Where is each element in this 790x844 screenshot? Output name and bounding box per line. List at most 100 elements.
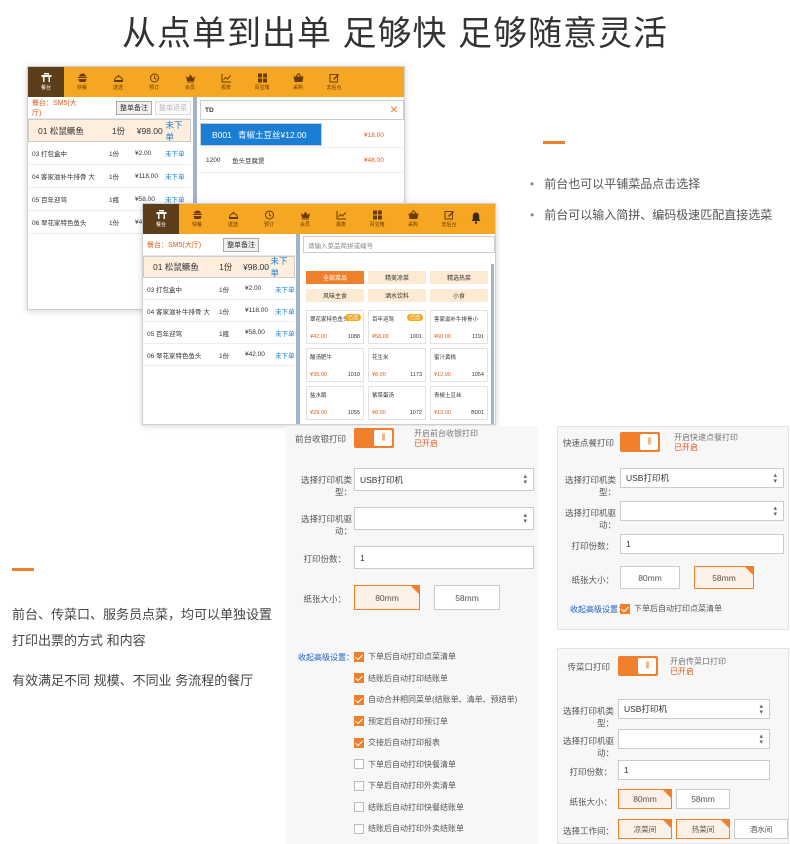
checkbox[interactable] xyxy=(354,651,364,662)
bell-icon[interactable] xyxy=(471,212,481,227)
toolbar-item-8[interactable]: 采购 xyxy=(280,67,316,97)
checkbox[interactable] xyxy=(354,694,364,705)
pass-print-toggle[interactable]: ||| xyxy=(618,656,658,676)
checkbox[interactable] xyxy=(620,603,630,614)
toolbar-item-5[interactable]: 会员 xyxy=(172,67,208,97)
front-print-toggle[interactable]: ||| xyxy=(354,428,394,448)
auto-print-option[interactable]: 下单后自动打印点菜清单 xyxy=(354,651,456,662)
scrollbar[interactable] xyxy=(491,264,494,424)
order-action[interactable]: 未下单 xyxy=(165,171,185,181)
order-row[interactable]: 01 松鼠鳜鱼 1份 ¥98.00 未下单 xyxy=(143,256,295,278)
toolbar-item-5[interactable]: 会员 xyxy=(287,204,323,234)
category-tab[interactable]: 全部菜品 xyxy=(306,271,364,284)
workstation-drinks[interactable]: 酒水间 xyxy=(734,819,788,839)
toolbar-item-2[interactable]: 快餐 xyxy=(64,67,100,97)
toolbar-item-4[interactable]: 预订 xyxy=(136,67,172,97)
advanced-toggle-link[interactable]: 收起高级设置： xyxy=(298,652,354,663)
checkbox[interactable] xyxy=(354,823,364,834)
order-row[interactable]: 06 翠花家特色鱼头 1份 ¥42.00 未下单 xyxy=(143,344,295,366)
copies-input[interactable]: 1 xyxy=(618,760,770,780)
driver-select[interactable]: ▴ ▾ xyxy=(354,507,534,530)
checkbox[interactable] xyxy=(354,716,364,726)
order-action[interactable]: 未下单 xyxy=(165,148,185,158)
order-action[interactable]: 未下单 xyxy=(271,255,294,279)
dish-card[interactable]: 酸汤肥牛 ¥35.00 1019 xyxy=(306,348,364,382)
toolbar-item-6[interactable]: 报表 xyxy=(323,204,359,234)
checkbox[interactable] xyxy=(354,673,364,683)
order-row[interactable]: 03 打包盒中 1份 ¥2.00 未下单 xyxy=(28,142,191,165)
category-tab[interactable]: 精选热菜 xyxy=(430,271,488,284)
toolbar-item-9[interactable]: 去后台 xyxy=(316,67,352,97)
order-action[interactable]: 未下单 xyxy=(275,328,295,338)
auto-print-option[interactable]: 自动合并相同菜单(结账单、清单、预结单) xyxy=(354,694,517,705)
toolbar-item-3[interactable]: 送选 xyxy=(100,67,136,97)
search-result-row[interactable]: B001 青椒土豆丝 ¥12.00 xyxy=(200,123,322,146)
category-tab[interactable]: 精美凉菜 xyxy=(368,271,426,284)
toolbar-item-2[interactable]: 快餐 xyxy=(179,204,215,234)
note-button[interactable]: 整单备注 xyxy=(223,237,260,252)
auto-print-option[interactable]: 下单后自动打印快餐清单 xyxy=(354,759,456,770)
category-tab[interactable]: 小食 xyxy=(430,289,488,302)
workstation-cold[interactable]: 凉菜间 xyxy=(618,819,672,839)
search-result-row[interactable]: 1200 鱼头豆腐煲 ¥48.00 xyxy=(200,148,404,173)
toolbar-item-8[interactable]: 采购 xyxy=(395,204,431,234)
note-button[interactable]: 整单备注 xyxy=(116,100,153,115)
toolbar-item-3[interactable]: 送选 xyxy=(215,204,251,234)
order-action[interactable]: 未下单 xyxy=(275,306,295,316)
dish-card[interactable]: 百年迎驾 ¥58.00 1001 已选 xyxy=(368,310,426,344)
close-icon[interactable]: × xyxy=(390,102,398,116)
toolbar-item-7[interactable]: 百宝箱 xyxy=(359,204,395,234)
dish-card[interactable]: 盐水鹅 ¥29.00 1055 xyxy=(306,386,364,420)
copies-input[interactable]: 1 xyxy=(354,546,534,569)
workstation-hot[interactable]: 热菜间 xyxy=(676,819,730,839)
order-row[interactable]: 05 百年迎驾 1瓶 ¥58.00 未下单 xyxy=(143,322,295,344)
toolbar-item-9[interactable]: 去后台 xyxy=(431,204,467,234)
paper-58mm[interactable]: 58mm xyxy=(694,566,754,589)
dish-card[interactable]: 客家滋补牛排骨小 ¥60.00 1191 xyxy=(430,310,488,344)
order-row[interactable]: 03 打包盒中 1份 ¥2.00 未下单 xyxy=(143,278,295,300)
order-row[interactable]: 04 客家滋补牛排骨 大 1份 ¥118.00 未下单 xyxy=(28,165,191,188)
category-tab[interactable]: 风味主食 xyxy=(306,289,364,302)
search-input[interactable]: TD xyxy=(200,100,404,120)
checkbox[interactable] xyxy=(354,737,364,748)
toolbar-item-7[interactable]: 百宝箱 xyxy=(244,67,280,97)
order-action[interactable]: 未下单 xyxy=(166,119,190,143)
paper-80mm[interactable]: 80mm xyxy=(618,789,672,809)
auto-print-option[interactable]: 预定后自动打印预订单 xyxy=(354,716,448,727)
paper-58mm[interactable]: 58mm xyxy=(434,585,500,610)
order-action[interactable]: 未下单 xyxy=(275,284,295,294)
panel-splitter[interactable] xyxy=(296,234,300,424)
auto-print-option[interactable]: 下单后自动打印外卖清单 xyxy=(354,780,456,791)
printer-type-select[interactable]: USB打印机 ▴ ▾ xyxy=(354,468,534,491)
order-row[interactable]: 04 客家滋补牛排骨 大 1份 ¥118.00 未下单 xyxy=(143,300,295,322)
paper-58mm[interactable]: 58mm xyxy=(676,789,730,809)
toolbar-item-6[interactable]: 报表 xyxy=(208,67,244,97)
driver-select[interactable]: ▴ ▾ xyxy=(620,501,784,521)
dish-search-input[interactable]: 请输入菜品简拼或编号 xyxy=(303,236,495,253)
auto-print-option[interactable]: 下单后自动打印点菜清单 xyxy=(620,603,722,614)
category-tab[interactable]: 酒水饮料 xyxy=(368,289,426,302)
checkbox[interactable] xyxy=(354,802,364,812)
dish-card[interactable]: 翠花家特色鱼头 ¥42.00 1088 已选 xyxy=(306,310,364,344)
copies-input[interactable]: 1 xyxy=(620,534,784,554)
printer-type-select[interactable]: USB打印机 ▴ ▾ xyxy=(618,699,770,719)
paper-80mm[interactable]: 80mm xyxy=(354,585,420,610)
advanced-toggle-link[interactable]: 收起高级设置： xyxy=(570,604,626,615)
dish-card[interactable]: 紫菜蛋汤 ¥8.00 1072 xyxy=(368,386,426,420)
toolbar-item-1[interactable]: 餐台 xyxy=(143,204,179,234)
auto-print-option[interactable]: 结账后自动打印结账单 xyxy=(354,673,448,684)
driver-select[interactable]: ▴ ▾ xyxy=(618,729,770,749)
paper-80mm[interactable]: 80mm xyxy=(620,566,680,589)
checkbox[interactable] xyxy=(354,780,364,791)
printer-type-select[interactable]: USB打印机 ▴ ▾ xyxy=(620,468,784,488)
dish-card[interactable]: 花生米 ¥8.00 1173 xyxy=(368,348,426,382)
order-row[interactable]: 01 松鼠鳜鱼 1份 ¥98.00 未下单 xyxy=(28,119,191,142)
auto-print-option[interactable]: 结账后自动打印外卖结账单 xyxy=(354,823,464,834)
dish-card[interactable]: 蜜汁黄桃 ¥12.00 1054 xyxy=(430,348,488,382)
checkbox[interactable] xyxy=(354,759,364,769)
toolbar-item-1[interactable]: 餐台 xyxy=(28,67,64,97)
dish-card[interactable]: 青椒土豆丝 ¥12.00 B001 xyxy=(430,386,488,420)
toolbar-item-4[interactable]: 预订 xyxy=(251,204,287,234)
auto-print-option[interactable]: 结账后自动打印快餐结账单 xyxy=(354,802,464,813)
order-action[interactable]: 未下单 xyxy=(275,350,295,360)
